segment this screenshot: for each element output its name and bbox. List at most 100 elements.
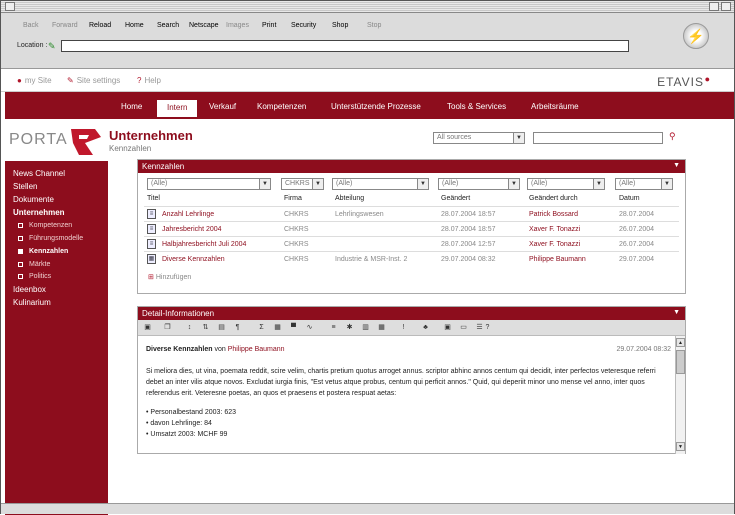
grid-icon[interactable]: ▦ [376,322,387,333]
detail-scrollbar[interactable]: ▲ ▼ [675,336,685,454]
back-button[interactable]: Back [23,22,39,29]
align-icon[interactable]: ≡ [328,322,339,333]
collapse-box[interactable] [721,2,731,11]
page-title: Unternehmen [109,128,193,143]
new-document-icon[interactable]: ▣ [142,322,153,333]
alert-icon[interactable]: ! [398,322,409,333]
row-title-link[interactable]: Halbjahresbericht Juli 2004 [162,241,246,248]
images-button[interactable]: Images [226,22,249,29]
row-author-link[interactable]: Philippe Baumann [529,256,586,263]
window-icon[interactable]: ▭ [458,322,469,333]
sidebar-sub-kompetenzen[interactable]: Kompetenzen [18,222,72,229]
scroll-up-icon[interactable]: ▲ [676,338,685,347]
scroll-thumb[interactable] [676,350,685,374]
table-icon[interactable]: ▦ [272,322,283,333]
search-icon[interactable]: ⚲ [669,131,676,142]
nav-intern[interactable]: Intern [157,100,198,117]
sidebar-sub-maerkte[interactable]: Märkte [18,261,50,268]
table-row[interactable]: ≡ Halbjahresbericht Juli 2004 CHKRS 28.0… [144,236,679,251]
col-abteilung[interactable]: Abteilung [335,195,364,202]
col-datum[interactable]: Datum [619,195,640,202]
zoom-box[interactable] [709,2,719,11]
detail-body: Si meliora dies, ut vina, poemata reddit… [146,368,656,397]
search-input[interactable] [533,132,663,144]
filter-geaendert[interactable]: (Alle) ▼ [438,178,520,190]
page-proxy-icon[interactable]: ✎ [48,41,56,52]
filter-icon[interactable]: ▤ [216,322,227,333]
filter-datum[interactable]: (Alle) ▼ [615,178,673,190]
sidebar-item-dokumente[interactable]: Dokumente [13,195,54,204]
nav-home[interactable]: Home [121,102,142,111]
title-bar[interactable] [1,1,734,13]
sort-descending-icon[interactable]: ⇅ [200,322,211,333]
sum-icon[interactable]: Σ [256,322,267,333]
sidebar-item-stellen[interactable]: Stellen [13,182,37,191]
col-titel[interactable]: Titel [147,195,160,202]
my-site-link[interactable]: ● my Site [17,76,52,85]
copy-icon[interactable]: ❐ [162,322,173,333]
document-icon: ≡ [147,239,156,249]
sidebar-sub-politics[interactable]: Politics [18,273,51,280]
close-box[interactable] [5,2,15,11]
nav-arbeitsraeume[interactable]: Arbeitsräume [531,102,579,111]
chart-icon[interactable]: ▀ [288,322,299,333]
shop-button[interactable]: Shop [332,22,348,29]
etavis-logo: ETAVIS [657,75,704,89]
table-row[interactable]: ≡ Jahresbericht 2004 CHKRS 28.07.2004 18… [144,221,679,236]
tree-icon[interactable]: ♣ [420,322,431,333]
format-icon[interactable]: ¶ [232,322,243,333]
nav-verkauf[interactable]: Verkauf [209,102,236,111]
filter-geaendert-durch[interactable]: (Alle) ▼ [527,178,605,190]
reload-button[interactable]: Reload [89,22,111,29]
col-geaendert-durch[interactable]: Geändert durch [529,195,578,202]
row-author-link[interactable]: Xaver F. Tonazzi [529,241,580,248]
row-title-link[interactable]: Jahresbericht 2004 [162,226,222,233]
nav-unterstuetzende-prozesse[interactable]: Unterstützende Prozesse [331,102,421,111]
sidebar-sub-kennzahlen[interactable]: Kennzahlen [18,248,68,255]
search-button[interactable]: Search [157,22,179,29]
row-title-link[interactable]: Diverse Kennzahlen [162,256,225,263]
sidebar-item-news-channel[interactable]: News Channel [13,169,65,178]
columns-icon[interactable]: ▥ [360,322,371,333]
table-row[interactable]: ≡ Anzahl Lehrlinge CHKRS Lehrlingswesen … [144,206,679,221]
sidebar-item-unternehmen[interactable]: Unternehmen [13,208,65,217]
collapse-icon[interactable]: ▼ [673,162,680,169]
stop-button[interactable]: Stop [367,22,381,29]
netscape-throbber-icon[interactable]: ⚡ [683,23,709,49]
row-author-link[interactable]: Patrick Bossard [529,211,578,218]
sort-ascending-icon[interactable]: ↕ [184,322,195,333]
forward-button[interactable]: Forward [52,22,78,29]
filter-firma[interactable]: CHKRS ▼ [281,178,324,190]
help-link[interactable]: ? Help [137,76,161,85]
filter-titel[interactable]: (Alle) ▼ [147,178,271,190]
site-settings-link[interactable]: ✎ Site settings [67,76,120,85]
source-select[interactable]: All sources ▼ [433,132,525,144]
row-abteilung: Lehrlingswesen [335,211,384,218]
home-button[interactable]: Home [125,22,144,29]
sidebar-item-kulinarium[interactable]: Kulinarium [13,298,51,307]
row-author-link[interactable]: Xaver F. Tonazzi [529,226,580,233]
netscape-button[interactable]: Netscape [189,22,219,29]
scroll-down-icon[interactable]: ▼ [676,442,685,451]
location-input[interactable] [61,40,629,52]
row-title-link[interactable]: Anzahl Lehrlinge [162,211,214,218]
browser-window: Back Forward Reload Home Search Netscape… [0,0,735,515]
table-row[interactable]: ▦ Diverse Kennzahlen CHKRS Industrie & M… [144,251,679,266]
detail-author-link[interactable]: Philippe Baumann [228,346,285,353]
link-icon[interactable]: ∿ [304,322,315,333]
filter-abteilung[interactable]: (Alle) ▼ [332,178,429,190]
collapse-icon[interactable]: ▼ [673,309,680,316]
save-icon[interactable]: ▣ [442,322,453,333]
sidebar-sub-fuehrungsmodelle[interactable]: Führungsmodelle [18,235,83,242]
col-firma[interactable]: Firma [284,195,302,202]
col-geaendert[interactable]: Geändert [441,195,470,202]
add-link[interactable]: ⊞ Hinzufügen [148,273,191,281]
sidebar-item-ideenbox[interactable]: Ideenbox [13,285,46,294]
sidebar: News Channel Stellen Dokumente Unternehm… [5,161,108,515]
help-icon[interactable]: ? [482,322,493,333]
nav-tools-services[interactable]: Tools & Services [447,102,506,111]
gear-icon[interactable]: ✱ [344,322,355,333]
nav-kompetenzen[interactable]: Kompetenzen [257,102,306,111]
print-button[interactable]: Print [262,22,276,29]
security-button[interactable]: Security [291,22,316,29]
